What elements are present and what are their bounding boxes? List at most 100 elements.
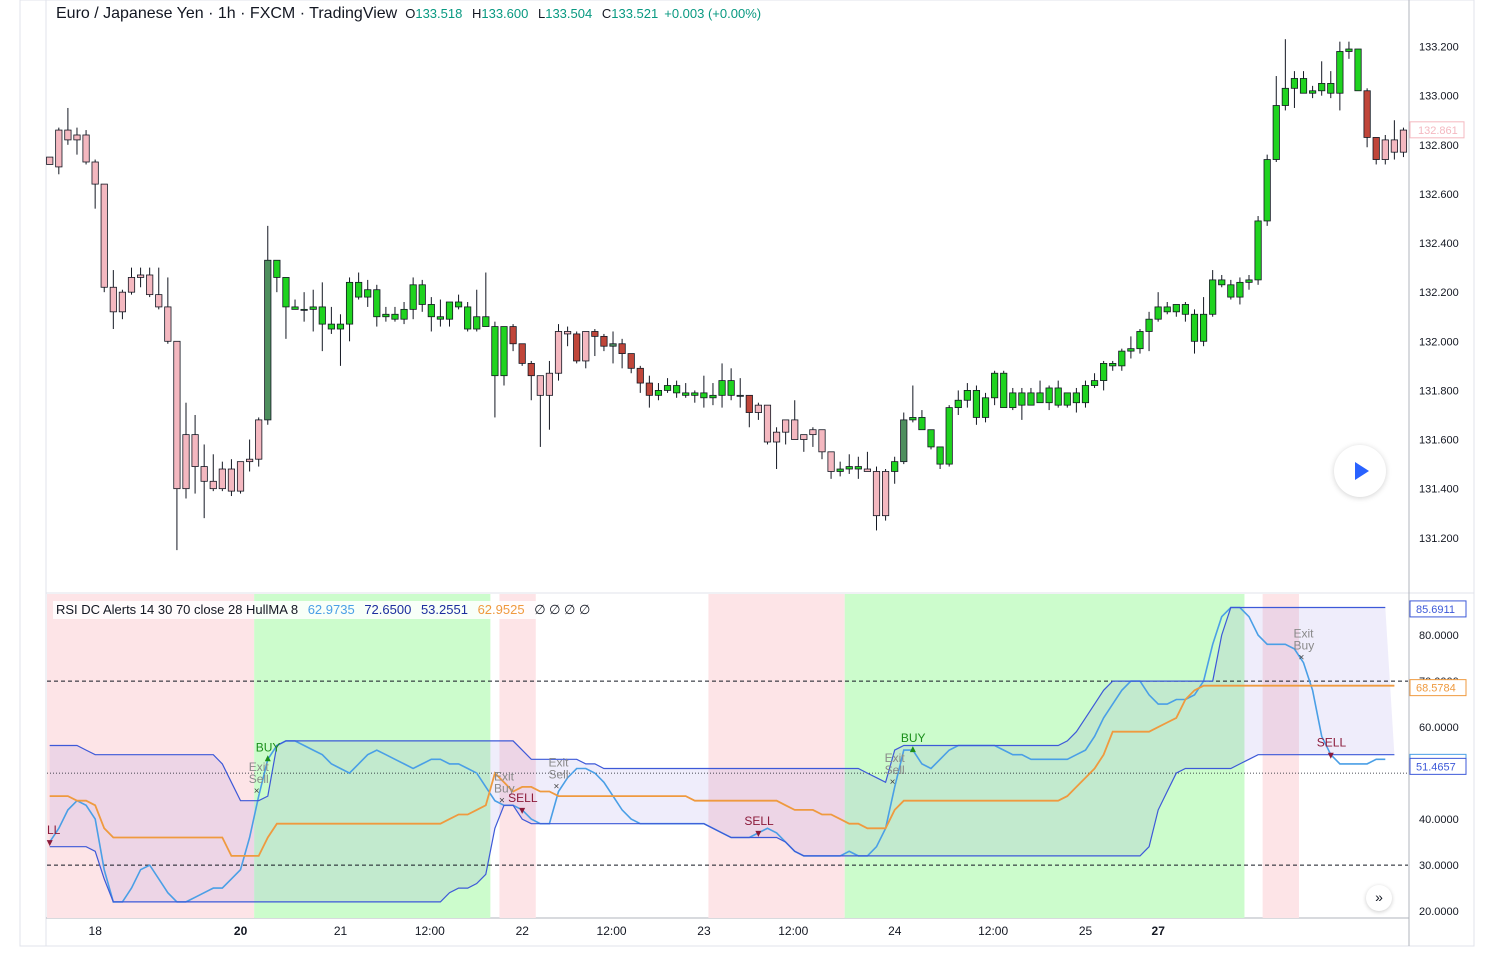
candle-body-99 bbox=[945, 407, 953, 465]
exit-marker-9: × bbox=[1299, 653, 1305, 664]
buy-label-8: BUY bbox=[901, 731, 926, 745]
time-tick-0: 18 bbox=[89, 924, 103, 938]
candle-41 bbox=[418, 279, 426, 312]
buy-label-2: BUY bbox=[256, 740, 281, 754]
candle-body-56 bbox=[554, 331, 563, 374]
high-value: 133.600 bbox=[481, 6, 529, 21]
candle-68 bbox=[663, 378, 672, 393]
candle-body-25 bbox=[273, 259, 281, 278]
candle-body-124 bbox=[1172, 304, 1180, 313]
candle-70 bbox=[682, 383, 690, 398]
candle-body-98 bbox=[936, 446, 944, 465]
candle-body-42 bbox=[427, 304, 435, 318]
candle-body-31 bbox=[327, 323, 335, 330]
candle-body-145 bbox=[1363, 90, 1371, 138]
candle-42 bbox=[427, 297, 435, 332]
price-tick-10: 131.200 bbox=[1419, 533, 1459, 545]
candle-body-96 bbox=[918, 417, 926, 431]
candle-body-24 bbox=[264, 259, 272, 421]
candle-61 bbox=[600, 333, 608, 352]
candle-101 bbox=[963, 383, 971, 408]
candle-body-76 bbox=[736, 394, 744, 397]
time-tick-5: 12:00 bbox=[597, 924, 627, 938]
candle-body-11 bbox=[146, 274, 154, 296]
candle-body-37 bbox=[382, 313, 390, 318]
candle-body-6 bbox=[100, 183, 108, 288]
candle-58 bbox=[573, 331, 581, 364]
candle-31 bbox=[327, 306, 335, 334]
candle-body-4 bbox=[82, 134, 90, 163]
candle-body-14 bbox=[173, 340, 181, 490]
candle-body-82 bbox=[791, 419, 799, 440]
price-tick-5: 132.200 bbox=[1419, 287, 1459, 299]
indicator-name: RSI DC Alerts 14 30 70 close 28 HullMA 8 bbox=[56, 602, 299, 617]
candle-11 bbox=[146, 267, 154, 298]
candle-45 bbox=[454, 294, 463, 310]
candle-18 bbox=[209, 454, 217, 492]
candle-85 bbox=[818, 429, 826, 460]
time-tick-3: 12:00 bbox=[415, 924, 445, 938]
candle-body-43 bbox=[436, 316, 444, 320]
candle-body-0 bbox=[46, 156, 54, 165]
candle-26 bbox=[282, 277, 290, 339]
candle-148 bbox=[1390, 120, 1398, 160]
candle-51 bbox=[509, 324, 517, 352]
candle-body-33 bbox=[345, 281, 354, 325]
candle-141 bbox=[1327, 71, 1335, 99]
candle-107 bbox=[1018, 387, 1026, 420]
candle-body-148 bbox=[1390, 139, 1398, 153]
candle-body-108 bbox=[1027, 392, 1035, 406]
exit-marker-1: × bbox=[254, 786, 260, 797]
candle-body-88 bbox=[845, 466, 853, 470]
scroll-to-realtime-button[interactable]: » bbox=[1366, 885, 1392, 911]
candle-139 bbox=[1309, 85, 1317, 99]
candle-body-64 bbox=[627, 353, 635, 369]
candle-body-2 bbox=[64, 129, 72, 141]
candle-79 bbox=[763, 404, 772, 445]
candle-8 bbox=[118, 289, 126, 320]
candle-body-93 bbox=[891, 461, 899, 472]
candle-body-110 bbox=[1045, 387, 1053, 404]
candle-117 bbox=[1109, 360, 1117, 371]
candle-body-123 bbox=[1163, 306, 1171, 313]
candle-38 bbox=[391, 306, 399, 322]
time-tick-6: 23 bbox=[697, 924, 711, 938]
candle-body-50 bbox=[500, 326, 508, 377]
play-button[interactable] bbox=[1334, 445, 1386, 497]
candle-body-67 bbox=[654, 390, 663, 396]
chart-root[interactable]: LL × Exit Sell BUY × Exit Buy SELL × Exit Sell SELL ×… bbox=[0, 0, 1506, 952]
candle-body-75 bbox=[727, 380, 735, 396]
candle-37 bbox=[382, 306, 390, 322]
candle-body-20 bbox=[227, 468, 236, 492]
symbol-header: Euro / Japanese Yen · 1h · FXCM · Tradin… bbox=[56, 5, 761, 23]
indicator-tick-0: 80.0000 bbox=[1419, 630, 1459, 642]
candle-body-23 bbox=[255, 419, 263, 460]
candle-body-91 bbox=[872, 471, 881, 517]
candle-body-46 bbox=[464, 306, 472, 330]
candle-52 bbox=[518, 343, 526, 366]
candle-body-78 bbox=[754, 404, 762, 413]
candle-body-119 bbox=[1127, 348, 1135, 352]
candle-114 bbox=[1081, 380, 1090, 408]
candle-body-90 bbox=[863, 468, 871, 472]
candle-body-120 bbox=[1136, 331, 1144, 350]
candle-96 bbox=[918, 410, 926, 431]
chart-svg[interactable]: LL×ExitSellBUY×ExitBuySELL×ExitSellSELL×… bbox=[0, 0, 1506, 952]
candle-90 bbox=[863, 451, 871, 472]
candle-16 bbox=[191, 414, 199, 494]
candle-body-86 bbox=[827, 451, 835, 472]
indicator-tick-3: 40.0000 bbox=[1419, 814, 1459, 826]
candle-body-144 bbox=[1354, 48, 1362, 92]
candle-body-97 bbox=[927, 429, 935, 448]
candle-62 bbox=[609, 331, 617, 364]
indicator-tick-5: 20.0000 bbox=[1419, 906, 1459, 918]
price-tick-1: 133.000 bbox=[1419, 91, 1459, 103]
candle-73 bbox=[709, 383, 717, 406]
candle-67 bbox=[654, 383, 663, 401]
candle-123 bbox=[1163, 302, 1171, 315]
candle-12 bbox=[155, 267, 163, 310]
candle-body-116 bbox=[1100, 363, 1108, 381]
candle-body-139 bbox=[1309, 90, 1317, 94]
candle-128 bbox=[1209, 270, 1217, 317]
candle-body-92 bbox=[882, 471, 890, 517]
